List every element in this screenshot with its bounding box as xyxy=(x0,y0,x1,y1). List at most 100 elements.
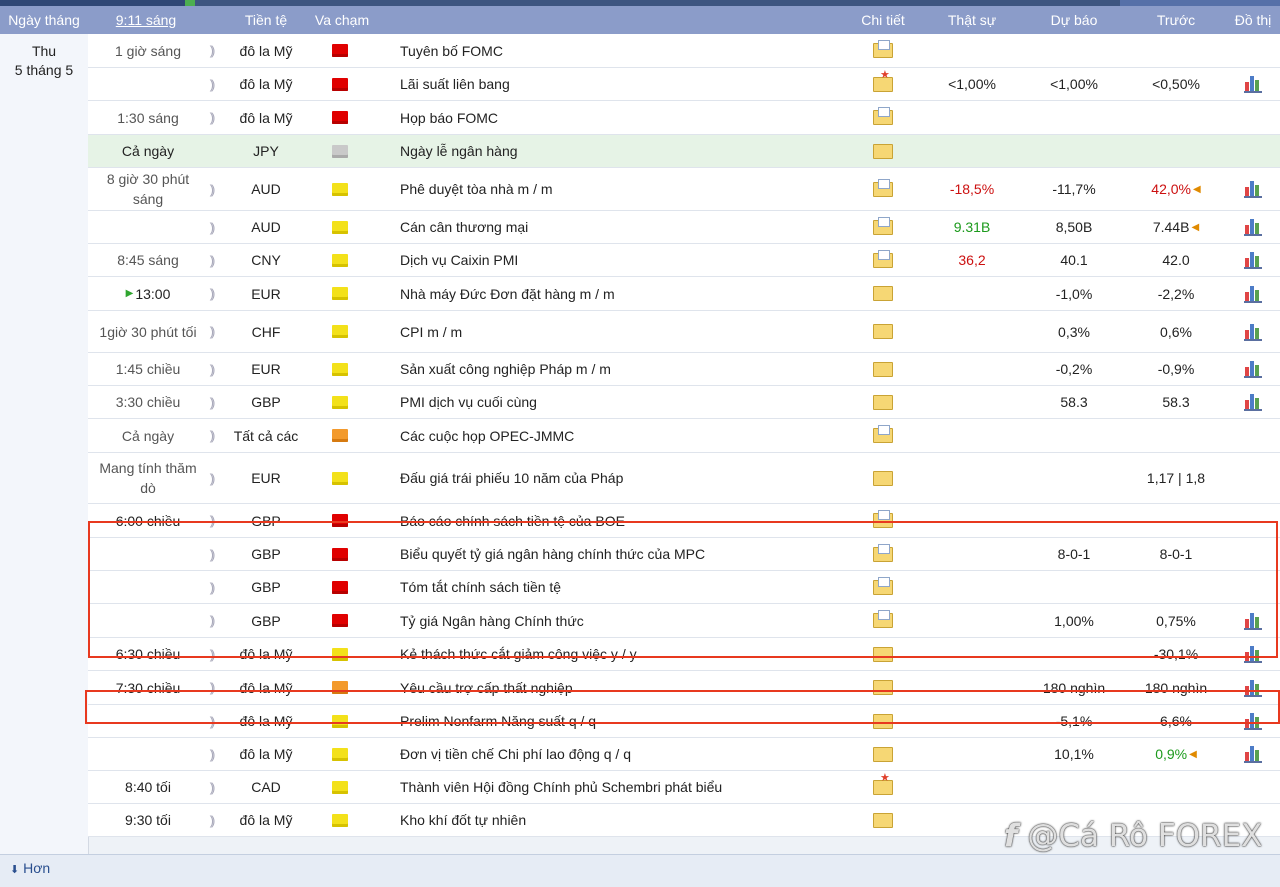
sound-icon[interactable]: )) xyxy=(204,34,218,67)
previous-cell: 180 nghìn xyxy=(1124,671,1228,704)
event-title[interactable]: Dịch vụ Caixin PMI xyxy=(400,244,840,276)
event-title[interactable]: Sản xuất công nghiệp Pháp m / m xyxy=(400,353,840,385)
detail-folder-icon[interactable] xyxy=(873,178,893,197)
sound-icon[interactable]: )) xyxy=(204,738,218,770)
sound-icon[interactable]: )) xyxy=(204,604,218,637)
bar-chart-icon[interactable] xyxy=(1244,361,1262,378)
event-title[interactable]: Nhà máy Đức Đơn đặt hàng m / m xyxy=(400,277,840,310)
detail-folder-icon[interactable] xyxy=(873,143,893,159)
sound-icon[interactable]: )) xyxy=(204,638,218,670)
bar-chart-icon[interactable] xyxy=(1244,252,1262,269)
impact-yellow-icon xyxy=(332,780,348,794)
event-title[interactable]: Phê duyệt tòa nhà m / m xyxy=(400,168,840,210)
previous-cell: <0,50% xyxy=(1124,68,1228,100)
detail-folder-icon[interactable] xyxy=(873,746,893,762)
event-title[interactable]: Kẻ thách thức cắt giảm công việc y / y xyxy=(400,638,840,670)
header-current-time[interactable]: 9:11 sáng xyxy=(100,6,192,34)
forecast-value: 8-0-1 xyxy=(1057,546,1091,562)
detail-cell xyxy=(868,671,898,704)
detail-folder-icon[interactable] xyxy=(873,324,893,339)
watermark: f @Cá Rô FOREX xyxy=(1004,818,1262,854)
forecast-value: -0,2% xyxy=(1055,361,1093,377)
sound-icon[interactable]: )) xyxy=(204,211,218,243)
event-title[interactable]: CPI m / m xyxy=(400,311,840,352)
sound-icon[interactable]: )) xyxy=(204,168,218,210)
event-title[interactable]: Yêu cầu trợ cấp thất nghiệp xyxy=(400,671,840,704)
sound-icon[interactable]: )) xyxy=(204,504,218,537)
detail-cell xyxy=(868,168,898,210)
detail-folder-icon[interactable] xyxy=(873,470,893,486)
sound-icon[interactable]: )) xyxy=(204,101,218,134)
forecast-value: 40.1 xyxy=(1060,252,1088,268)
bar-chart-icon[interactable] xyxy=(1244,219,1262,236)
event-title[interactable]: Đấu giá trái phiếu 10 năm của Pháp xyxy=(400,453,840,503)
detail-folder-icon[interactable] xyxy=(873,680,893,695)
detail-folder-icon[interactable] xyxy=(873,70,893,92)
sound-icon[interactable]: )) xyxy=(204,311,218,352)
more-link[interactable]: ⬇ Hơn xyxy=(10,860,50,876)
detail-folder-icon[interactable] xyxy=(873,361,893,377)
event-title[interactable]: Các cuộc họp OPEC-JMMC xyxy=(400,419,840,452)
bar-chart-icon[interactable] xyxy=(1244,181,1262,198)
previous-value: 0,75% xyxy=(1156,612,1196,629)
detail-folder-icon[interactable] xyxy=(873,107,893,125)
event-title[interactable]: Tóm tắt chính sách tiền tệ xyxy=(400,571,840,603)
header-detail: Chi tiết xyxy=(861,12,905,28)
actual-value xyxy=(922,135,1022,167)
detail-folder-icon[interactable] xyxy=(873,543,893,562)
event-title[interactable]: Prelim Nonfarm Năng suất q / q xyxy=(400,705,840,737)
bar-chart-icon[interactable] xyxy=(1244,394,1262,411)
bar-chart-icon[interactable] xyxy=(1244,323,1262,341)
detail-folder-icon[interactable] xyxy=(873,812,893,828)
sound-icon[interactable]: )) xyxy=(204,453,218,503)
sound-icon[interactable]: )) xyxy=(204,386,218,418)
detail-folder-icon[interactable] xyxy=(873,773,893,795)
detail-folder-icon[interactable] xyxy=(873,510,893,528)
bar-chart-icon[interactable] xyxy=(1244,746,1262,763)
event-title[interactable]: Họp báo FOMC xyxy=(400,101,840,134)
detail-folder-icon[interactable] xyxy=(873,40,893,58)
sound-icon[interactable]: )) xyxy=(204,671,218,704)
bar-chart-icon[interactable] xyxy=(1244,679,1262,697)
sound-icon[interactable]: )) xyxy=(204,804,218,836)
detail-cell xyxy=(868,135,898,167)
sound-icon[interactable]: )) xyxy=(204,538,218,570)
sound-icon[interactable]: )) xyxy=(204,244,218,276)
sound-icon[interactable]: )) xyxy=(204,68,218,100)
sound-icon[interactable]: )) xyxy=(204,771,218,803)
event-title[interactable]: Biểu quyết tỷ giá ngân hàng chính thức c… xyxy=(400,538,840,570)
event-title[interactable]: Ngày lễ ngân hàng xyxy=(400,135,840,167)
previous-value: 7.44B xyxy=(1152,219,1190,235)
sound-icon[interactable]: )) xyxy=(204,353,218,385)
detail-folder-icon[interactable] xyxy=(873,610,893,628)
event-title[interactable]: Đơn vị tiền chế Chi phí lao động q / q xyxy=(400,738,840,770)
sound-icon[interactable]: )) xyxy=(204,277,218,310)
bar-chart-icon[interactable] xyxy=(1244,612,1262,630)
detail-folder-icon[interactable] xyxy=(873,216,893,235)
detail-folder-icon[interactable] xyxy=(873,286,893,301)
bar-chart-icon[interactable] xyxy=(1244,646,1262,663)
event-title[interactable]: Báo cáo chính sách tiền tệ của BOE xyxy=(400,504,840,537)
detail-folder-icon[interactable] xyxy=(873,576,893,595)
chart-cell xyxy=(1236,311,1270,352)
event-title[interactable]: Kho khí đốt tự nhiên xyxy=(400,804,840,836)
event-title[interactable]: Cán cân thương mại xyxy=(400,211,840,243)
sound-icon[interactable]: )) xyxy=(204,571,218,603)
bar-chart-icon[interactable] xyxy=(1244,76,1262,93)
event-title[interactable]: Lãi suất liên bang xyxy=(400,68,840,100)
detail-folder-icon[interactable] xyxy=(873,394,893,410)
event-title[interactable]: Thành viên Hội đồng Chính phủ Schembri p… xyxy=(400,771,840,803)
bar-chart-icon[interactable] xyxy=(1244,713,1262,730)
bar-chart-icon[interactable] xyxy=(1244,285,1262,303)
event-title[interactable]: Tỷ giá Ngân hàng Chính thức xyxy=(400,604,840,637)
detail-folder-icon[interactable] xyxy=(873,646,893,662)
sound-icon[interactable]: )) xyxy=(204,419,218,452)
detail-folder-icon[interactable] xyxy=(873,713,893,729)
detail-folder-icon[interactable] xyxy=(873,249,893,268)
detail-folder-icon[interactable] xyxy=(873,425,893,443)
sound-icon[interactable]: )) xyxy=(204,705,218,737)
event-time: 1giờ 30 phút tối xyxy=(88,311,208,352)
chart-cell xyxy=(1236,671,1270,704)
event-title[interactable]: Tuyên bố FOMC xyxy=(400,34,840,67)
event-title[interactable]: PMI dịch vụ cuối cùng xyxy=(400,386,840,418)
